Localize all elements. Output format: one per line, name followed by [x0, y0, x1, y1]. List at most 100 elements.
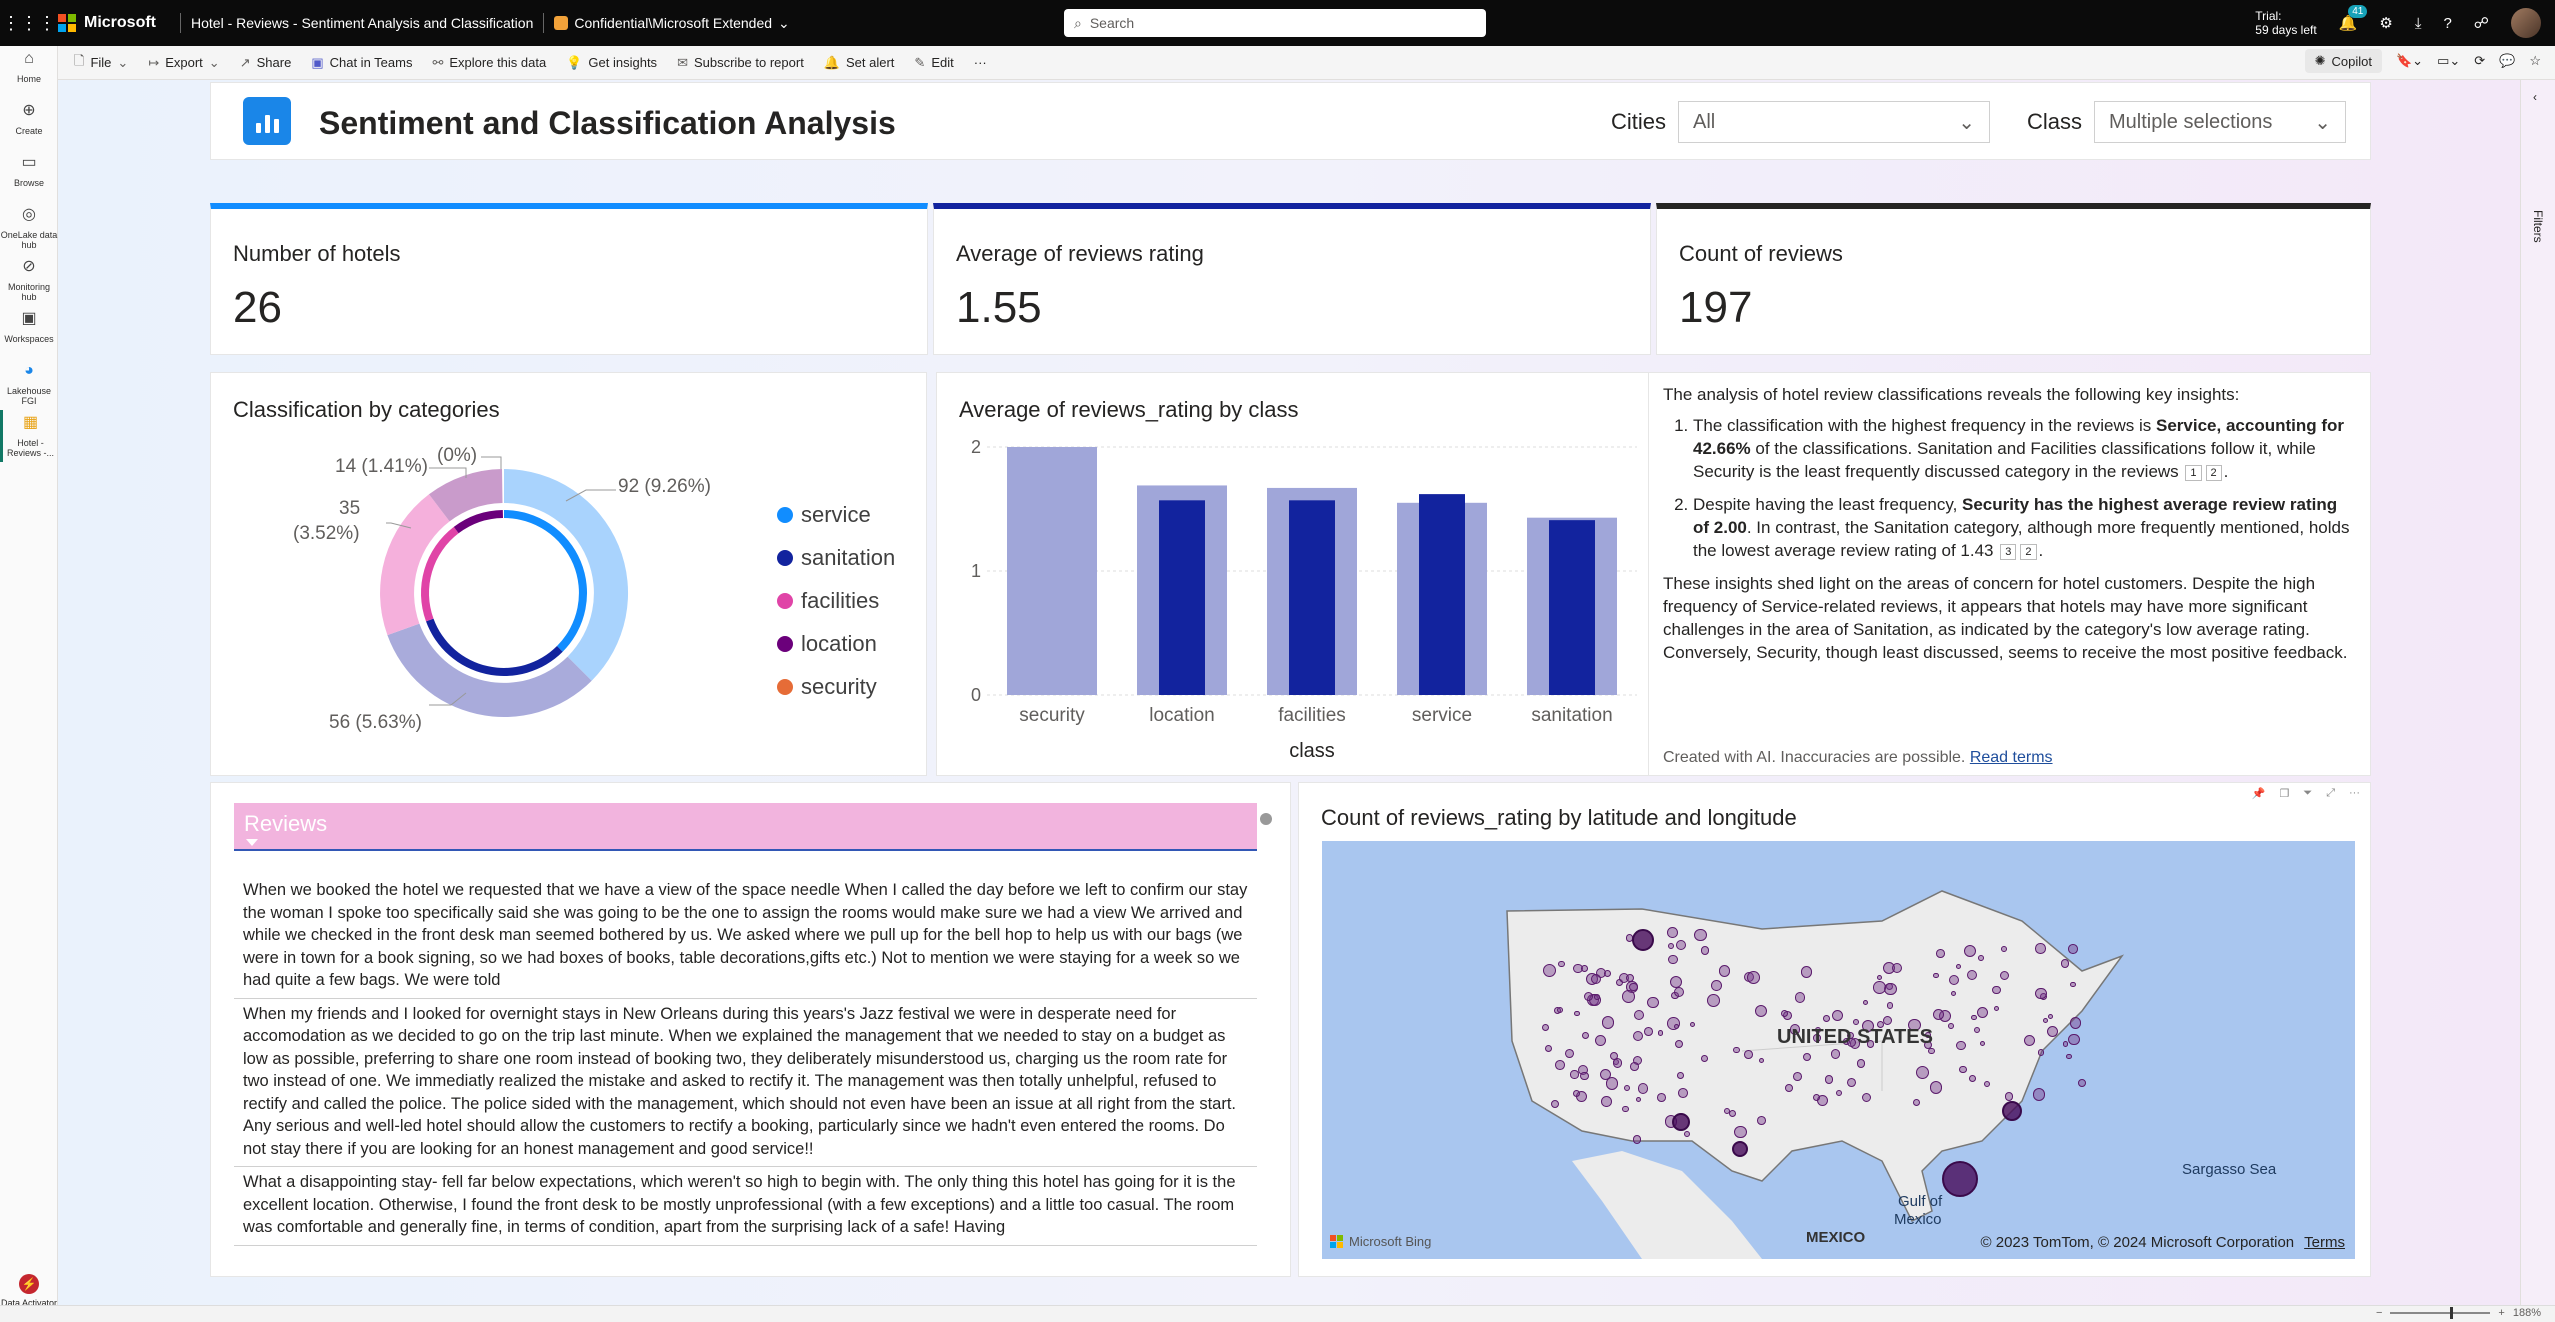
map-bubble[interactable]	[1643, 1027, 1653, 1036]
map-bubble[interactable]	[1632, 1135, 1642, 1144]
zoom-control[interactable]: − + 188%	[2376, 1307, 2541, 1319]
map-bubble[interactable]	[1974, 1026, 1981, 1033]
copy-icon[interactable]: ❐	[2280, 787, 2290, 800]
table-row[interactable]: When my friends and I looked for overnig…	[234, 999, 1257, 1167]
map-canvas[interactable]: UNITED STATES Sargasso Sea Gulf of Mexic…	[1322, 841, 2355, 1259]
map-bubble[interactable]	[1823, 1015, 1831, 1022]
map-bubble[interactable]	[1600, 1096, 1612, 1107]
map-bubble[interactable]	[1886, 1002, 1893, 1009]
refresh-icon[interactable]: ⟳	[2474, 53, 2485, 69]
map-bubble[interactable]	[2001, 945, 2007, 952]
map-bubble[interactable]	[1932, 972, 1939, 979]
settings-icon[interactable]: ⚙	[2379, 14, 2392, 32]
map-bubble[interactable]	[1812, 1093, 1820, 1101]
citation-ref[interactable]: 1	[2185, 464, 2202, 481]
map-bubble[interactable]	[1564, 1048, 1574, 1058]
legend-item-security[interactable]: security	[777, 665, 895, 708]
map-bubble[interactable]	[1754, 1005, 1767, 1018]
map-bubble-large[interactable]	[2002, 1101, 2022, 1121]
map-bubble[interactable]	[1634, 1009, 1645, 1020]
map-bubble[interactable]	[1825, 1075, 1834, 1084]
map-bubble[interactable]	[1677, 1071, 1684, 1079]
nav-onelake[interactable]: ◎ OneLake data hub	[0, 202, 58, 254]
class-dropdown[interactable]: Multiple selections ⌄	[2094, 101, 2347, 143]
chat-in-teams-button[interactable]: ▣ Chat in Teams	[303, 49, 420, 77]
map-bubble[interactable]	[1780, 1010, 1788, 1018]
app-launcher-icon[interactable]: ⋮⋮⋮	[0, 0, 58, 46]
export-menu[interactable]: ↦ Export ⌄	[140, 49, 227, 77]
nav-create[interactable]: ⊕ Create	[0, 98, 58, 150]
help-icon[interactable]: ?	[2443, 15, 2451, 32]
map-bubble[interactable]	[1574, 1011, 1580, 1017]
map-bubble[interactable]	[1711, 979, 1723, 991]
map-bubble[interactable]	[2035, 987, 2047, 1000]
zoom-out-icon[interactable]: −	[2376, 1307, 2382, 1319]
set-alert-button[interactable]: 🔔 Set alert	[816, 49, 903, 77]
map-bubble[interactable]	[1932, 1008, 1944, 1020]
map-card[interactable]: 📌 ❐ ⏷ ⤢ ··· Count of reviews_rating by l…	[1298, 782, 2371, 1277]
share-feedback-icon[interactable]: ☍	[2474, 14, 2489, 32]
map-terms-link[interactable]: Terms	[2304, 1234, 2345, 1251]
smart-narrative-card[interactable]: The analysis of hotel review classificat…	[1648, 372, 2371, 776]
map-bubble[interactable]	[1593, 994, 1600, 1001]
map-bubble[interactable]	[1757, 1115, 1767, 1125]
map-bubble[interactable]	[1630, 1062, 1639, 1071]
map-bubble[interactable]	[1707, 994, 1720, 1008]
more-options-button[interactable]: ···	[966, 49, 995, 77]
map-bubble[interactable]	[1594, 1034, 1606, 1046]
map-bubble[interactable]	[1556, 1007, 1563, 1014]
map-bubble[interactable]	[2068, 1033, 2080, 1045]
map-bubble[interactable]	[2035, 943, 2046, 954]
map-bubble[interactable]	[1580, 1071, 1589, 1081]
map-bubble[interactable]	[1744, 1050, 1753, 1059]
search-input[interactable]: ⌕ Search	[1064, 9, 1486, 37]
nav-home[interactable]: ⌂ Home	[0, 46, 58, 98]
scrollbar-thumb[interactable]	[1260, 813, 1272, 825]
filters-pane[interactable]: ‹ Filters	[2520, 80, 2555, 1305]
map-bubble[interactable]	[2060, 959, 2070, 968]
nav-workspaces[interactable]: ▣ Workspaces	[0, 306, 58, 358]
map-bubble-large[interactable]	[1632, 929, 1654, 951]
map-bubble[interactable]	[1978, 954, 1985, 961]
map-bubble[interactable]	[1758, 1057, 1764, 1063]
map-bubble[interactable]	[1675, 940, 1686, 951]
share-button[interactable]: ↗ Share	[232, 49, 300, 77]
map-bubble[interactable]	[1970, 1014, 1977, 1021]
legend-item-facilities[interactable]: facilities	[777, 579, 895, 622]
comment-icon[interactable]: 💬	[2499, 53, 2515, 69]
map-bubble[interactable]	[2047, 1013, 2053, 1020]
nav-data-activator[interactable]: ⚡ Data Activator	[0, 1274, 58, 1308]
map-bubble[interactable]	[1678, 1087, 1689, 1098]
map-bubble[interactable]	[1846, 1078, 1856, 1088]
download-icon[interactable]: ⤓	[2415, 15, 2422, 32]
view-icon[interactable]: ▭⌄	[2437, 53, 2460, 69]
map-bubble[interactable]	[1747, 971, 1760, 985]
citation-ref[interactable]: 2	[2020, 543, 2037, 560]
zoom-slider[interactable]	[2390, 1307, 2491, 1319]
map-bubble[interactable]	[1694, 928, 1707, 942]
map-bubble[interactable]	[1666, 927, 1678, 939]
favorite-icon[interactable]: ☆	[2529, 53, 2541, 69]
nav-monitoring[interactable]: ⊘ Monitoring hub	[0, 254, 58, 306]
kpi-card-hotels[interactable]: Number of hotels 26	[210, 203, 928, 355]
reviews-table-card[interactable]: Reviews When we booked the hotel we requ…	[210, 782, 1291, 1277]
citation-ref[interactable]: 3	[2000, 543, 2017, 560]
nav-browse[interactable]: ▭ Browse	[0, 150, 58, 202]
legend-item-service[interactable]: service	[777, 493, 895, 536]
nav-lakehouse[interactable]: ◕ Lakehouse FGI	[0, 358, 58, 410]
pin-icon[interactable]: 📌	[2252, 787, 2266, 800]
map-bubble[interactable]	[1936, 949, 1946, 958]
read-terms-link[interactable]: Read terms	[1970, 749, 2053, 766]
table-row[interactable]: What a disappointing stay- fell far belo…	[234, 1167, 1257, 1246]
reviews-column-header[interactable]: Reviews	[234, 803, 1257, 851]
map-bubble[interactable]	[2068, 944, 2078, 954]
kpi-card-review-count[interactable]: Count of reviews 197	[1656, 203, 2371, 355]
map-bubble[interactable]	[1670, 975, 1683, 988]
map-bubble-large[interactable]	[1942, 1161, 1978, 1197]
explore-data-button[interactable]: ⚯ Explore this data	[424, 49, 554, 77]
zoom-in-icon[interactable]: +	[2498, 1307, 2504, 1319]
bar-chart-card[interactable]: Average of reviews_rating by class 0 1 2 se…	[936, 372, 1654, 776]
report-title[interactable]: Hotel - Reviews - Sentiment Analysis and…	[191, 15, 533, 31]
map-bubble[interactable]	[1979, 1040, 1985, 1046]
map-bubble-large[interactable]	[1732, 1141, 1748, 1157]
